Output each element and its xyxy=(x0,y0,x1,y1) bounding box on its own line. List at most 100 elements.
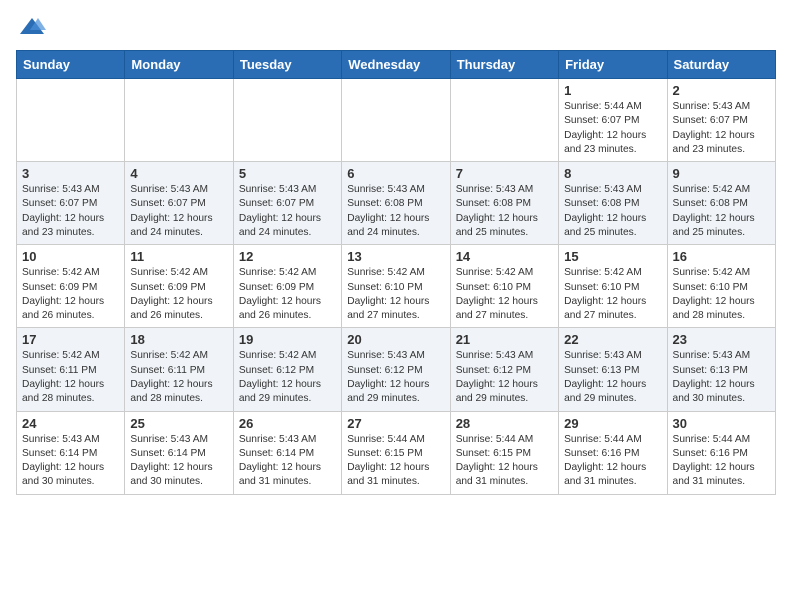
calendar-cell xyxy=(125,79,233,162)
calendar-cell xyxy=(450,79,558,162)
day-number: 24 xyxy=(22,416,119,431)
logo-icon xyxy=(18,16,46,38)
day-of-week-header: Thursday xyxy=(450,51,558,79)
calendar-cell: 18 Sunrise: 5:42 AMSunset: 6:11 PMDayligh… xyxy=(125,328,233,411)
day-number: 12 xyxy=(239,249,336,264)
day-number: 23 xyxy=(673,332,770,347)
calendar-cell: 28Sunrise: 5:44 AMSunset: 6:15 PMDayligh… xyxy=(450,411,558,494)
cell-content: Sunrise: 5:43 AMSunset: 6:12 PMDaylight:… xyxy=(456,349,553,406)
calendar-cell: 12 Sunrise: 5:42 AMSunset: 6:09 PMDayligh… xyxy=(233,245,341,328)
day-number: 19 xyxy=(239,332,336,347)
cell-content: Sunrise: 5:43 AMSunset: 6:07 PMDaylight:… xyxy=(22,183,119,240)
cell-content: Sunrise: 5:43 AMSunset: 6:07 PMDaylight:… xyxy=(673,100,770,157)
cell-content: Sunrise: 5:42 AMSunset: 6:11 PMDaylight:… xyxy=(130,349,227,406)
day-number: 6 xyxy=(347,166,444,181)
cell-content: Sunrise: 5:44 AMSunset: 6:16 PMDaylight:… xyxy=(564,433,661,490)
cell-content: Sunrise: 5:44 AMSunset: 6:07 PMDaylight:… xyxy=(564,100,661,157)
calendar-cell: 16Sunrise: 5:42 AMSunset: 6:10 PMDayligh… xyxy=(667,245,775,328)
cell-content: Sunrise: 5:43 AMSunset: 6:08 PMDaylight:… xyxy=(456,183,553,240)
day-number: 30 xyxy=(673,416,770,431)
cell-content: Sunrise: 5:43 AMSunset: 6:14 PMDaylight:… xyxy=(22,433,119,490)
calendar-cell: 5Sunrise: 5:43 AMSunset: 6:07 PMDaylight… xyxy=(233,162,341,245)
calendar-cell: 10 Sunrise: 5:42 AMSunset: 6:09 PMDayligh… xyxy=(17,245,125,328)
day-number: 10 xyxy=(22,249,119,264)
calendar-cell: 20 Sunrise: 5:43 AMSunset: 6:12 PMDayligh… xyxy=(342,328,450,411)
calendar-cell: 23 Sunrise: 5:43 AMSunset: 6:13 PMDayligh… xyxy=(667,328,775,411)
day-number: 21 xyxy=(456,332,553,347)
calendar-cell: 13 Sunrise: 5:42 AMSunset: 6:10 PMDayligh… xyxy=(342,245,450,328)
calendar-cell xyxy=(233,79,341,162)
day-number: 29 xyxy=(564,416,661,431)
day-number: 17 xyxy=(22,332,119,347)
cell-content: Sunrise: 5:44 AMSunset: 6:15 PMDaylight:… xyxy=(347,433,444,490)
calendar-week-row: 3Sunrise: 5:43 AMSunset: 6:07 PMDaylight… xyxy=(17,162,776,245)
calendar-table: SundayMondayTuesdayWednesdayThursdayFrid… xyxy=(16,50,776,495)
calendar-cell: 9Sunrise: 5:42 AMSunset: 6:08 PMDaylight… xyxy=(667,162,775,245)
calendar-cell: 6 Sunrise: 5:43 AMSunset: 6:08 PMDaylight… xyxy=(342,162,450,245)
cell-content: Sunrise: 5:42 AMSunset: 6:09 PMDaylight:… xyxy=(239,266,336,323)
calendar-cell: 11 Sunrise: 5:42 AMSunset: 6:09 PMDayligh… xyxy=(125,245,233,328)
cell-content: Sunrise: 5:43 AMSunset: 6:14 PMDaylight:… xyxy=(130,433,227,490)
day-number: 26 xyxy=(239,416,336,431)
calendar-week-row: 24 Sunrise: 5:43 AMSunset: 6:14 PMDayligh… xyxy=(17,411,776,494)
logo xyxy=(16,16,48,38)
cell-content: Sunrise: 5:42 AMSunset: 6:10 PMDaylight:… xyxy=(564,266,661,323)
calendar-header-row: SundayMondayTuesdayWednesdayThursdayFrid… xyxy=(17,51,776,79)
cell-content: Sunrise: 5:44 AMSunset: 6:16 PMDaylight:… xyxy=(673,433,770,490)
cell-content: Sunrise: 5:42 AMSunset: 6:09 PMDaylight:… xyxy=(130,266,227,323)
calendar-cell: 29 Sunrise: 5:44 AMSunset: 6:16 PMDayligh… xyxy=(559,411,667,494)
calendar-cell: 8 Sunrise: 5:43 AMSunset: 6:08 PMDaylight… xyxy=(559,162,667,245)
day-number: 11 xyxy=(130,249,227,264)
day-number: 9 xyxy=(673,166,770,181)
calendar-cell: 27Sunrise: 5:44 AMSunset: 6:15 PMDayligh… xyxy=(342,411,450,494)
cell-content: Sunrise: 5:44 AMSunset: 6:15 PMDaylight:… xyxy=(456,433,553,490)
cell-content: Sunrise: 5:43 AMSunset: 6:14 PMDaylight:… xyxy=(239,433,336,490)
calendar-cell: 19 Sunrise: 5:42 AMSunset: 6:12 PMDayligh… xyxy=(233,328,341,411)
cell-content: Sunrise: 5:43 AMSunset: 6:07 PMDaylight:… xyxy=(239,183,336,240)
day-number: 25 xyxy=(130,416,227,431)
cell-content: Sunrise: 5:43 AMSunset: 6:08 PMDaylight:… xyxy=(564,183,661,240)
day-of-week-header: Wednesday xyxy=(342,51,450,79)
cell-content: Sunrise: 5:43 AMSunset: 6:12 PMDaylight:… xyxy=(347,349,444,406)
day-number: 13 xyxy=(347,249,444,264)
cell-content: Sunrise: 5:43 AMSunset: 6:08 PMDaylight:… xyxy=(347,183,444,240)
day-number: 7 xyxy=(456,166,553,181)
calendar-cell: 22 Sunrise: 5:43 AMSunset: 6:13 PMDayligh… xyxy=(559,328,667,411)
calendar-cell: 2 Sunrise: 5:43 AMSunset: 6:07 PMDaylight… xyxy=(667,79,775,162)
calendar-cell: 30 Sunrise: 5:44 AMSunset: 6:16 PMDayligh… xyxy=(667,411,775,494)
cell-content: Sunrise: 5:43 AMSunset: 6:13 PMDaylight:… xyxy=(673,349,770,406)
day-of-week-header: Tuesday xyxy=(233,51,341,79)
day-of-week-header: Saturday xyxy=(667,51,775,79)
calendar-cell: 17 Sunrise: 5:42 AMSunset: 6:11 PMDayligh… xyxy=(17,328,125,411)
cell-content: Sunrise: 5:42 AMSunset: 6:09 PMDaylight:… xyxy=(22,266,119,323)
page-header xyxy=(16,16,776,38)
day-number: 22 xyxy=(564,332,661,347)
day-number: 14 xyxy=(456,249,553,264)
day-of-week-header: Monday xyxy=(125,51,233,79)
calendar-week-row: 1 Sunrise: 5:44 AMSunset: 6:07 PMDaylight… xyxy=(17,79,776,162)
calendar-week-row: 17 Sunrise: 5:42 AMSunset: 6:11 PMDayligh… xyxy=(17,328,776,411)
cell-content: Sunrise: 5:42 AMSunset: 6:10 PMDaylight:… xyxy=(347,266,444,323)
calendar-cell: 15 Sunrise: 5:42 AMSunset: 6:10 PMDayligh… xyxy=(559,245,667,328)
cell-content: Sunrise: 5:43 AMSunset: 6:13 PMDaylight:… xyxy=(564,349,661,406)
calendar-cell: 26 Sunrise: 5:43 AMSunset: 6:14 PMDayligh… xyxy=(233,411,341,494)
day-of-week-header: Friday xyxy=(559,51,667,79)
day-number: 2 xyxy=(673,83,770,98)
calendar-cell xyxy=(17,79,125,162)
day-number: 20 xyxy=(347,332,444,347)
day-number: 8 xyxy=(564,166,661,181)
day-of-week-header: Sunday xyxy=(17,51,125,79)
day-number: 1 xyxy=(564,83,661,98)
calendar-cell: 3Sunrise: 5:43 AMSunset: 6:07 PMDaylight… xyxy=(17,162,125,245)
calendar-cell: 4Sunrise: 5:43 AMSunset: 6:07 PMDaylight… xyxy=(125,162,233,245)
day-number: 18 xyxy=(130,332,227,347)
day-number: 4 xyxy=(130,166,227,181)
calendar-cell: 14 Sunrise: 5:42 AMSunset: 6:10 PMDayligh… xyxy=(450,245,558,328)
cell-content: Sunrise: 5:42 AMSunset: 6:10 PMDaylight:… xyxy=(456,266,553,323)
calendar-cell: 25 Sunrise: 5:43 AMSunset: 6:14 PMDayligh… xyxy=(125,411,233,494)
cell-content: Sunrise: 5:42 AMSunset: 6:11 PMDaylight:… xyxy=(22,349,119,406)
cell-content: Sunrise: 5:42 AMSunset: 6:12 PMDaylight:… xyxy=(239,349,336,406)
cell-content: Sunrise: 5:42 AMSunset: 6:10 PMDaylight:… xyxy=(673,266,770,323)
calendar-cell: 7 Sunrise: 5:43 AMSunset: 6:08 PMDaylight… xyxy=(450,162,558,245)
day-number: 15 xyxy=(564,249,661,264)
